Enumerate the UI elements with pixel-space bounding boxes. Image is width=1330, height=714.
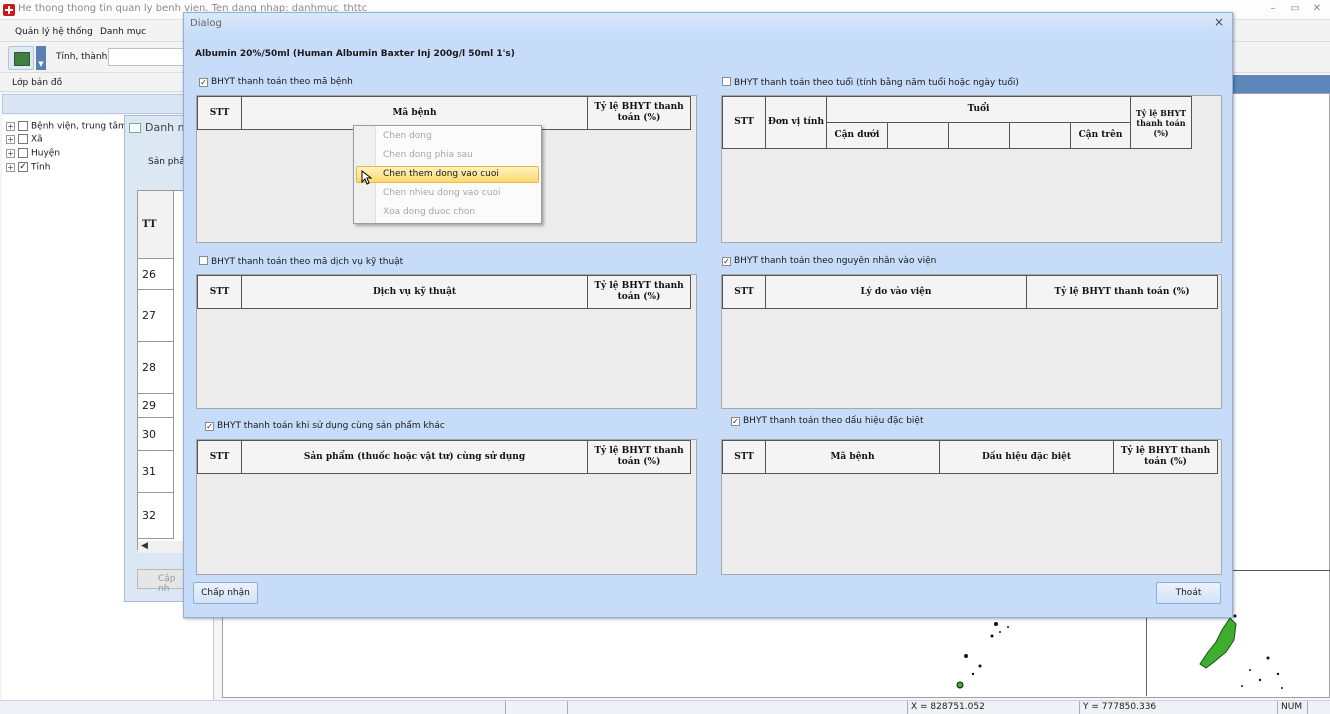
close-window-button[interactable]: ✕ (1310, 3, 1324, 15)
checkbox-checked-icon[interactable]: ✓ (199, 78, 208, 87)
status-cell (505, 701, 567, 714)
tree-item-commune[interactable]: + Xã (6, 134, 43, 147)
tree-item-province[interactable]: + ✓ Tỉnh (6, 162, 50, 175)
checkbox-age[interactable]: BHYT thanh toán theo tuổi (tính bằng năm… (722, 77, 1019, 88)
column-header-special-sign: Dấu hiệu đặc biệt (939, 440, 1114, 474)
column-header-stt: STT (197, 96, 242, 130)
table-row[interactable]: 27 (138, 290, 174, 342)
checkbox-icon[interactable] (722, 77, 731, 86)
table-row[interactable]: 29 (138, 394, 174, 418)
table-row[interactable]: 30 (138, 418, 174, 451)
layer-label: Lớp bản đồ (12, 78, 63, 88)
dialog-close-icon[interactable]: × (1212, 15, 1226, 29)
menu-item-delete-selected-row[interactable]: Xoa dong duoc chon (383, 207, 475, 217)
column-header-rate: Tỷ lệ BHYT thanh toán (%) (1113, 440, 1218, 474)
map-header-strip (1232, 75, 1330, 93)
status-x-coordinate: X = 828751.052 (907, 701, 1079, 714)
column-header-rate: Tỷ lệ BHYT thanh toán (%) (587, 440, 691, 474)
column-header-stt: STT (197, 440, 242, 474)
status-y-coordinate: Y = 777850.336 (1079, 701, 1277, 714)
expand-icon[interactable]: + (6, 162, 15, 172)
update-button[interactable]: Cập nh (137, 569, 186, 594)
column-header-blank (887, 122, 949, 149)
menu-item-insert-row[interactable]: Chen dong (383, 131, 432, 141)
status-cell (567, 701, 907, 714)
expand-icon[interactable]: + (6, 134, 15, 144)
window-icon (129, 123, 141, 133)
column-header-co-product: Sản phẩm (thuốc hoặc vật tư) cùng sử dụn… (241, 440, 588, 474)
menu-item-append-row[interactable]: Chen them dong vao cuoi (383, 169, 499, 179)
accept-button[interactable]: Chấp nhận (193, 582, 258, 604)
mouse-cursor-icon (361, 170, 372, 185)
province-input[interactable] (108, 48, 184, 66)
tree-item-district[interactable]: + Huyện (6, 148, 60, 161)
checkbox[interactable] (18, 148, 28, 158)
column-header-stt: STT (722, 96, 766, 149)
checkbox-checked-icon[interactable]: ✓ (205, 422, 214, 431)
table-row[interactable]: 32 (138, 493, 174, 539)
menu-system[interactable]: Quản lý hệ thống (15, 27, 93, 37)
column-header-stt: STT (722, 275, 766, 309)
checkbox-combo[interactable]: ✓ BHYT thanh toán khi sử dụng cùng sản ph… (205, 421, 445, 431)
column-header-rate: Tỷ lệ BHYT thanh toán (%) (1026, 275, 1218, 309)
dialog-title-bar (184, 13, 1232, 35)
exit-button[interactable]: Thoát (1156, 582, 1221, 604)
table-row[interactable]: 31 (138, 451, 174, 493)
checkbox[interactable] (18, 121, 28, 131)
checkbox-service[interactable]: BHYT thanh toán theo mã dịch vụ kỹ thuật (199, 256, 403, 267)
expand-icon[interactable]: + (6, 121, 15, 131)
column-header-unit: Đơn vị tính (765, 96, 827, 149)
minimize-button[interactable]: – (1266, 3, 1280, 15)
checkbox-disease[interactable]: ✓ BHYT thanh toán theo mã bệnh (199, 77, 353, 87)
checkbox-sign[interactable]: ✓ BHYT thanh toán theo dấu hiệu đặc biệt (731, 416, 923, 426)
column-header-stt: STT (197, 275, 242, 309)
column-header-tt: TT (138, 191, 174, 259)
column-header-blank (948, 122, 1010, 149)
column-header-rate: Tỷ lệ BHYT thanh toán (%) (587, 275, 691, 309)
province-label: Tỉnh, thành: (56, 52, 111, 62)
column-header-lower-bound: Cận dưới (826, 122, 888, 149)
maximize-button[interactable]: ▭ (1288, 3, 1302, 15)
column-header-age: Tuổi (826, 96, 1131, 123)
column-header-admission-reason: Lý do vào viện (765, 275, 1027, 309)
column-header-blank (1009, 122, 1071, 149)
table-row[interactable]: 28 (138, 342, 174, 394)
column-header-rate: Tỷ lệ BHYT thanh toán (%) (587, 96, 691, 130)
status-num: NUM (1277, 701, 1307, 714)
menu-catalog[interactable]: Danh mục (100, 27, 146, 37)
map-tool-icon[interactable] (8, 46, 34, 70)
column-header-disease-code: Mã bệnh (765, 440, 940, 474)
table-row[interactable]: 26 (138, 259, 174, 290)
checkbox[interactable] (18, 134, 28, 144)
column-header-service: Dịch vụ kỹ thuật (241, 275, 588, 309)
checkbox-checked-icon[interactable]: ✓ (722, 257, 731, 266)
menu-item-append-multiple-rows[interactable]: Chen nhieu dong vao cuoi (383, 188, 500, 198)
product-name: Albumin 20%/50ml (Human Albumin Baxter I… (195, 49, 515, 59)
column-header-rate: Tỷ lệ BHYT thanh toán (%) (1130, 96, 1192, 149)
tree-item-hospital[interactable]: + Bệnh viện, trung tâm (6, 121, 127, 134)
checkbox-icon[interactable] (199, 256, 208, 265)
background-dialog-title: Danh m (145, 121, 189, 134)
expand-icon[interactable]: + (6, 148, 15, 158)
status-cell (1307, 701, 1330, 714)
checkbox-checked-icon[interactable]: ✓ (731, 417, 740, 426)
scroll-left-icon[interactable]: ◀ (138, 541, 186, 553)
menu-item-insert-row-after[interactable]: Chen dong phia sau (383, 150, 473, 160)
chevron-down-icon[interactable]: ▼ (36, 46, 46, 70)
checkbox-checked[interactable]: ✓ (18, 162, 28, 172)
checkbox-reason[interactable]: ✓ BHYT thanh toán theo nguyên nhân vào vi… (722, 256, 936, 266)
column-header-upper-bound: Cận trên (1070, 122, 1131, 149)
app-logo-icon (3, 4, 15, 16)
column-header-stt: STT (722, 440, 766, 474)
dialog-title: Dialog (190, 18, 222, 29)
